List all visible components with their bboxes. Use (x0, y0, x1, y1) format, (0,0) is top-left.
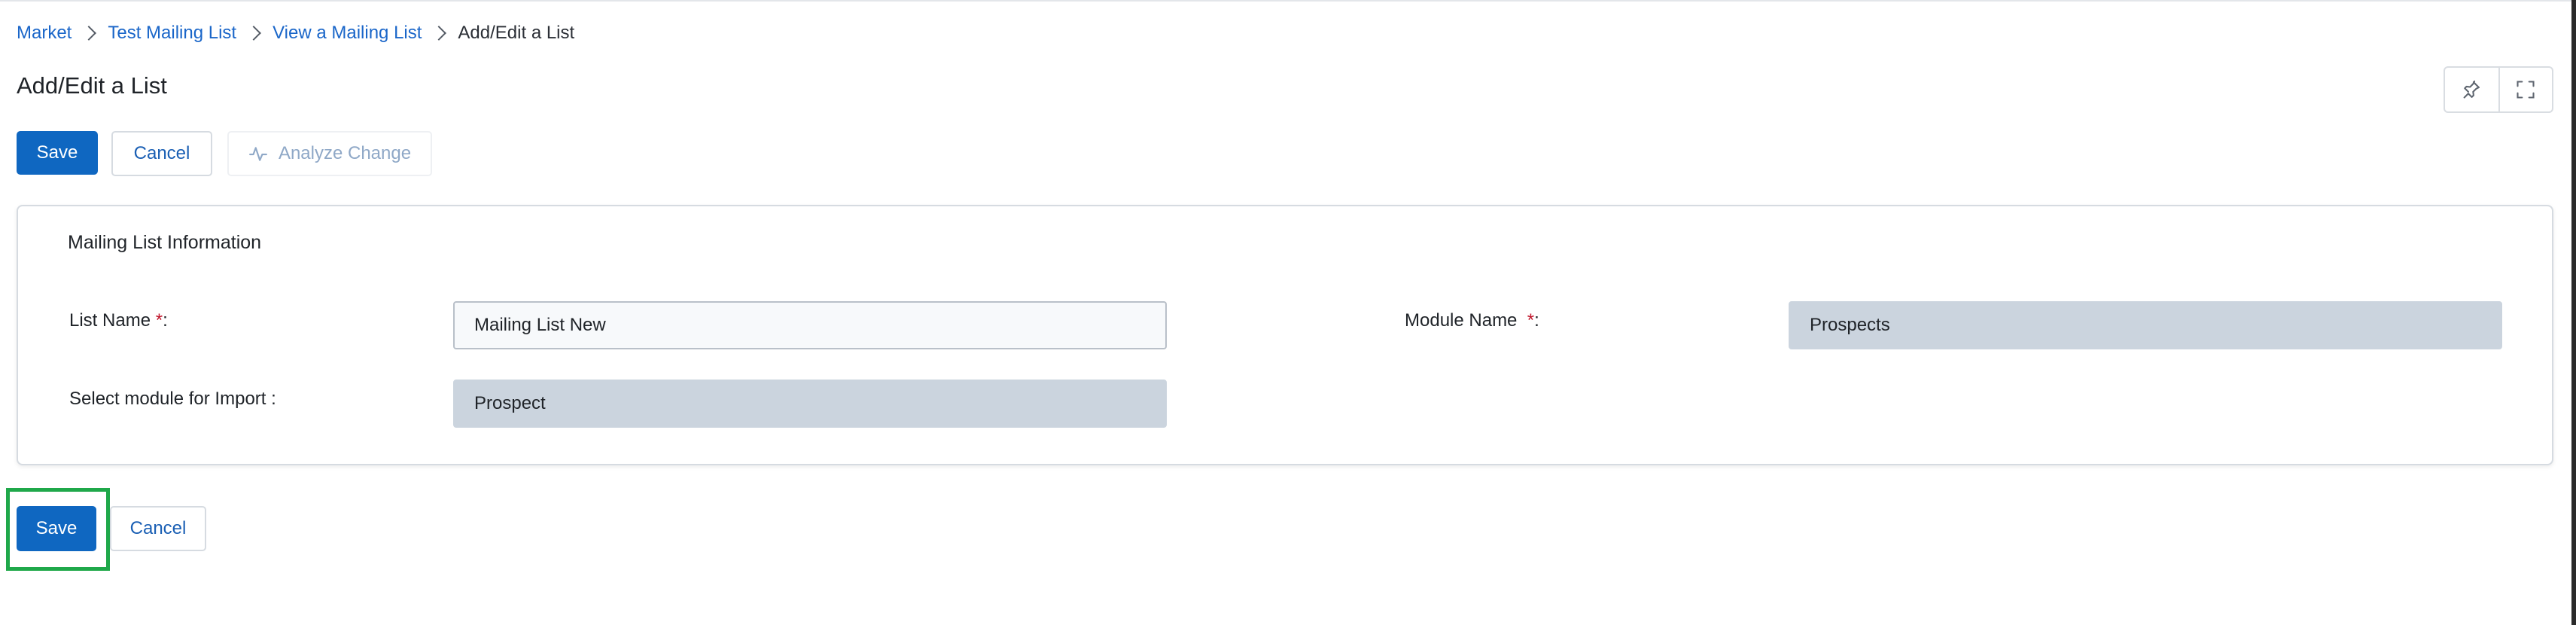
breadcrumb: Market Test Mailing List View a Mailing … (17, 21, 574, 45)
highlight-box (6, 488, 110, 571)
chevron-right-icon (72, 21, 108, 45)
footer-cancel-button[interactable]: Cancel (110, 506, 206, 551)
import-module-label: Select module for Import : (69, 389, 276, 409)
page-title: Add/Edit a List (17, 72, 167, 99)
chevron-right-icon (236, 21, 273, 45)
top-divider (0, 0, 2576, 2)
panel-title: Mailing List Information (68, 232, 262, 253)
analyze-change-label: Analyze Change (278, 143, 412, 163)
fullscreen-icon (2517, 81, 2535, 99)
activity-icon (248, 144, 268, 163)
breadcrumb-view-mailing-list[interactable]: View a Mailing List (273, 23, 422, 44)
fullscreen-button[interactable] (2498, 68, 2552, 111)
breadcrumb-current: Add/Edit a List (458, 23, 575, 43)
save-button[interactable]: Save (17, 131, 98, 175)
breadcrumb-test-mailing-list[interactable]: Test Mailing List (108, 23, 236, 44)
analyze-change-button[interactable]: Analyze Change (227, 131, 432, 176)
import-module-field: Prospect (453, 380, 1167, 428)
window-edge (2571, 0, 2576, 625)
pin-icon (2464, 80, 2480, 99)
breadcrumb-market[interactable]: Market (17, 23, 72, 44)
cancel-button[interactable]: Cancel (111, 131, 212, 176)
list-name-label: List Name *: (69, 310, 168, 331)
list-name-input[interactable]: Mailing List New (453, 301, 1167, 349)
chevron-right-icon (422, 21, 458, 45)
required-mark: * (155, 310, 163, 331)
mailing-list-panel: Mailing List Information List Name *: Ma… (17, 205, 2553, 465)
pin-button[interactable] (2445, 68, 2498, 111)
module-name-label: Module Name *: (1405, 310, 1539, 331)
view-tools (2444, 66, 2553, 113)
required-mark: * (1527, 310, 1535, 331)
module-name-field: Prospects (1789, 301, 2502, 349)
